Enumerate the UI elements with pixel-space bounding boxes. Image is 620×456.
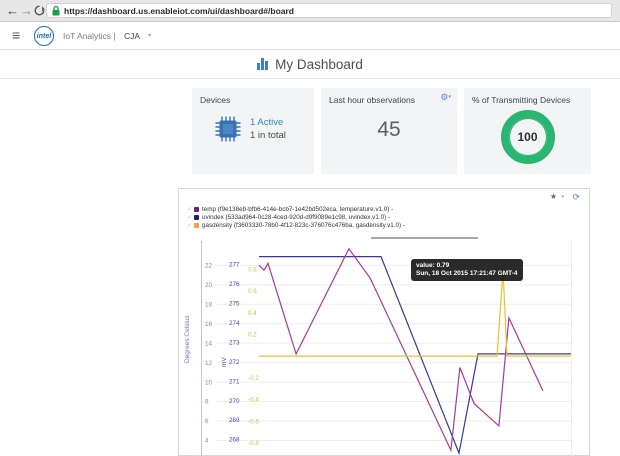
hamburger-menu-icon[interactable]: ≡ xyxy=(12,27,20,43)
observations-value: 45 xyxy=(329,118,449,142)
y-tick-label: 0.6 xyxy=(248,288,257,295)
y-tick-label: 14 xyxy=(205,340,213,347)
app-navbar: ≡ intel IoT Analytics | CJA ▾ xyxy=(0,22,620,50)
legend-item-gasdensity[interactable]: ✓ gasdensity (f3603330-78b0-4f12-823c-37… xyxy=(187,221,405,229)
y-tick-label: 4 xyxy=(205,438,209,445)
devices-active-link[interactable]: 1 Active xyxy=(250,117,286,128)
y-tick-label: 0.2 xyxy=(248,332,257,339)
y-tick-label: 16 xyxy=(205,321,213,328)
tooltip-timestamp: Sun, 18 Oct 2015 17:21:47 GMT-4 xyxy=(416,270,518,278)
url-text: https://dashboard.us.enableiot.com/ui/da… xyxy=(64,6,294,16)
account-caret-icon[interactable]: ▾ xyxy=(148,32,151,39)
transmitting-card: % of Transmitting Devices 100 xyxy=(464,88,591,174)
legend-item-temp[interactable]: ✓ temp (f9e138eb-bfb6-414e-bcb7-1e42bd50… xyxy=(187,205,405,213)
transmitting-card-title: % of Transmitting Devices xyxy=(472,95,583,105)
legend-label-uvindex: uvindex (533ad964-0c28-4ced-920d-d9f9089… xyxy=(202,214,390,221)
observations-card-title: Last hour observations xyxy=(329,95,449,105)
forward-icon[interactable]: → xyxy=(20,2,33,19)
y-tick-label: 275 xyxy=(229,300,240,307)
chart-datazoom-slider[interactable] xyxy=(371,237,478,239)
tooltip-value: value: 0.79 xyxy=(416,262,518,270)
y-axis-title: Degrees Celsius xyxy=(184,315,191,363)
y-axis-title: mV xyxy=(221,357,228,367)
legend-check-icon: ✓ xyxy=(187,222,192,229)
y-tick-label: -0.8 xyxy=(248,440,259,447)
legend-item-uvindex[interactable]: ✓ uvindex (533ad964-0c28-4ced-920d-d9f90… xyxy=(187,213,405,221)
intel-logo-text: intel xyxy=(37,33,51,40)
y-tick-label: 272 xyxy=(229,359,240,366)
chart-tooltip: value: 0.79 Sun, 18 Oct 2015 17:21:47 GM… xyxy=(411,259,523,281)
legend-swatch-gasdensity xyxy=(194,223,199,228)
lock-icon xyxy=(52,6,60,16)
gear-caret-icon: ▾ xyxy=(448,94,451,100)
legend-swatch-temp xyxy=(194,207,199,212)
y-tick-label: 274 xyxy=(229,320,240,327)
chart-widget-panel: ★ ▾ ⟳ ✓ temp (f9e138eb-bfb6-414e-bcb7-1e… xyxy=(178,188,590,456)
y-tick-label: 276 xyxy=(229,281,240,288)
legend-check-icon: ✓ xyxy=(187,206,192,213)
y-tick-label: 271 xyxy=(229,378,240,385)
y-tick-label: 18 xyxy=(205,301,213,308)
dashboard-bars-icon xyxy=(257,58,269,70)
devices-card-title: Devices xyxy=(200,95,306,105)
y-tick-label: 22 xyxy=(205,263,213,270)
page-title: My Dashboard xyxy=(275,57,363,72)
url-bar[interactable]: https://dashboard.us.enableiot.com/ui/da… xyxy=(46,3,612,18)
legend-check-icon: ✓ xyxy=(187,214,192,221)
y-tick-label: -0.2 xyxy=(248,375,259,382)
y-tick-label: 0.8 xyxy=(248,266,257,273)
devices-total-label: 1 in total xyxy=(250,130,286,141)
chart-plot[interactable]: 22 20 18 16 14 12 10 8 6 4 Degrees Celsius 277 276 27… xyxy=(179,189,591,456)
y-tick-label: 269 xyxy=(229,417,240,424)
intel-logo[interactable]: intel xyxy=(34,26,54,46)
y-tick-label: -0.4 xyxy=(248,397,259,404)
y-tick-label: 20 xyxy=(205,282,213,289)
stat-cards: Devices 1 Active 1 in total xyxy=(192,88,591,174)
y-tick-label: 277 xyxy=(229,262,240,269)
observations-settings-button[interactable]: ⚙▾ xyxy=(440,92,451,103)
chip-icon xyxy=(214,115,242,143)
y-tick-label: 268 xyxy=(229,437,240,444)
transmitting-value: 100 xyxy=(517,130,537,144)
chart-legend: ✓ temp (f9e138eb-bfb6-414e-bcb7-1e42bd50… xyxy=(187,205,405,229)
devices-card: Devices 1 Active 1 in total xyxy=(192,88,314,174)
y-tick-label: 0.4 xyxy=(248,310,257,317)
account-menu[interactable]: CJA xyxy=(124,31,140,41)
legend-label-temp: temp (f9e138eb-bfb6-414e-bcb7-1e42bd502e… xyxy=(202,206,393,213)
observations-card: Last hour observations ⚙▾ 45 xyxy=(321,88,457,174)
legend-label-gasdensity: gasdensity (f3603330-78b0-4f12-823c-3760… xyxy=(202,222,405,229)
y-tick-label: 8 xyxy=(205,399,209,406)
y-tick-label: 273 xyxy=(229,339,240,346)
app-title: IoT Analytics | xyxy=(63,31,116,41)
legend-swatch-uvindex xyxy=(194,215,199,220)
dashboard-header: My Dashboard xyxy=(0,50,620,79)
series-line-uvindex[interactable] xyxy=(259,257,571,454)
app-root: ← → https://dashboard.us.enableiot.com/u… xyxy=(0,0,620,456)
y-tick-label: 12 xyxy=(205,360,213,367)
y-tick-label: -0.6 xyxy=(248,418,259,425)
reload-icon[interactable] xyxy=(34,5,45,16)
y-tick-label: 270 xyxy=(229,398,240,405)
y-tick-label: 6 xyxy=(205,418,209,425)
y-tick-label: 10 xyxy=(205,379,213,386)
transmitting-donut-gauge: 100 xyxy=(501,110,555,164)
browser-toolbar: ← → https://dashboard.us.enableiot.com/u… xyxy=(0,0,620,22)
back-icon[interactable]: ← xyxy=(6,2,19,19)
